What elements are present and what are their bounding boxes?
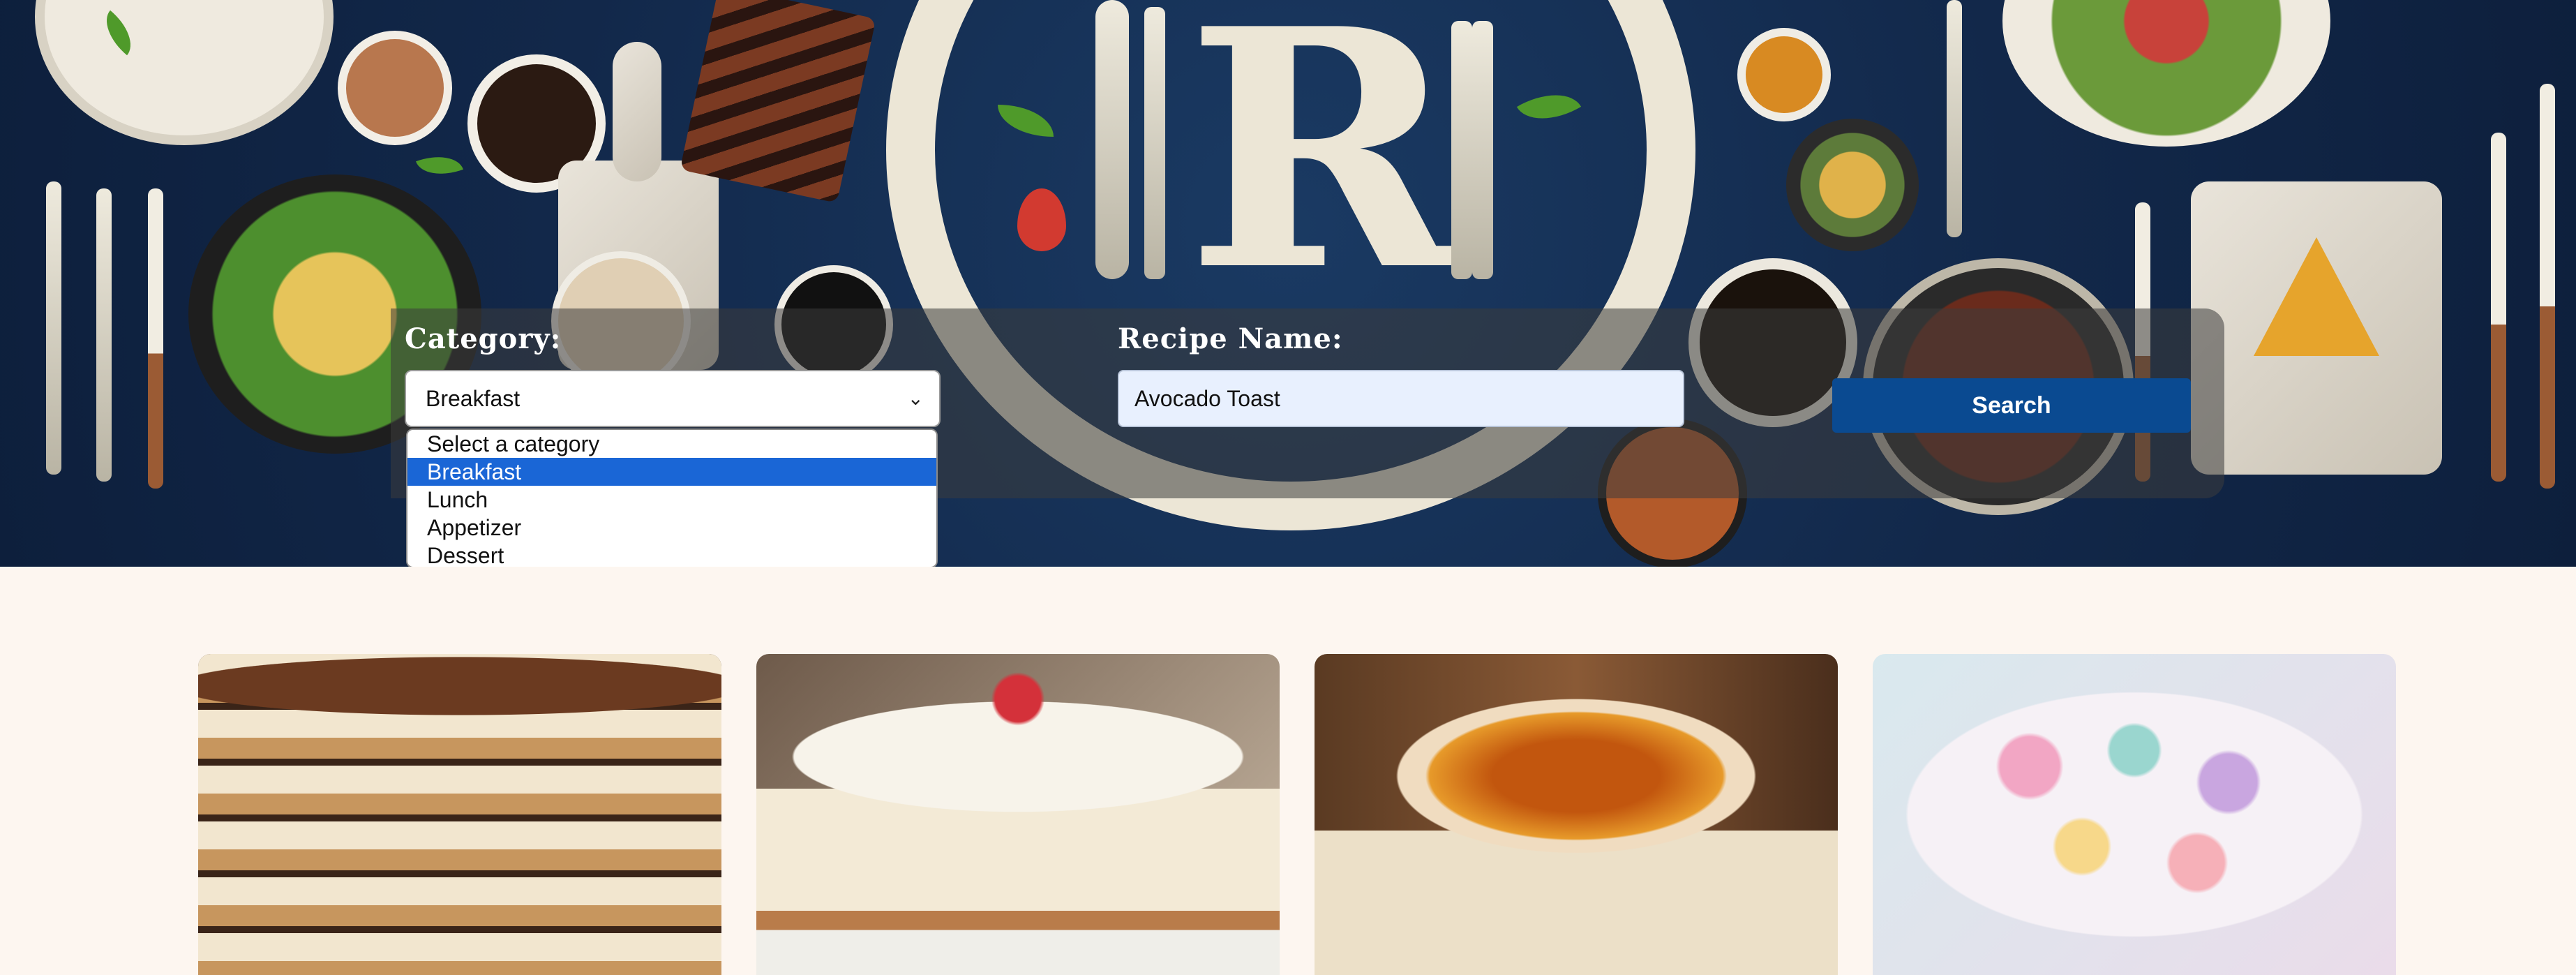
fork-icon [1144, 7, 1165, 279]
recipe-card[interactable] [198, 654, 721, 975]
board-handle-image [613, 42, 661, 181]
creme-brulee-image [1315, 654, 1838, 975]
logo-letter: R [1186, 0, 1459, 343]
category-dropdown-list: Select a category Breakfast Lunch Appeti… [406, 429, 938, 567]
fork-icon [46, 181, 61, 475]
grilled-steak-image [680, 0, 876, 203]
pie-slice-image [2254, 237, 2379, 356]
hero-banner: R Category: Breakfast ⌄ Select a categor… [0, 0, 2576, 567]
category-option-lunch[interactable]: Lunch [407, 486, 936, 514]
knife-icon [96, 188, 112, 482]
category-option-appetizer[interactable]: Appetizer [407, 514, 936, 542]
chevron-down-icon: ⌄ [907, 387, 924, 409]
recipe-name-input[interactable]: Avocado Toast [1118, 370, 1684, 427]
category-option-select[interactable]: Select a category [407, 430, 936, 458]
recipe-card[interactable] [1873, 654, 2396, 975]
spoon-icon [1095, 0, 1129, 279]
fork-icon [1472, 21, 1493, 279]
knife-icon [2540, 84, 2555, 489]
fork-icon [1451, 21, 1472, 279]
recipe-name-label: Recipe Name: [1118, 322, 1343, 355]
tuna-plate-image [1786, 119, 1919, 251]
salad-plate-image [2002, 0, 2330, 147]
tiramisu-image [198, 654, 721, 975]
category-select[interactable]: Breakfast ⌄ [405, 370, 941, 427]
recipe-card[interactable] [1315, 654, 1838, 975]
search-button[interactable]: Search [1832, 378, 2191, 433]
category-option-dessert[interactable]: Dessert [407, 542, 936, 567]
knife-icon [148, 188, 163, 489]
spice-bowl-image [338, 31, 452, 145]
cheesecake-image [756, 654, 1280, 975]
knife-icon [1947, 0, 1962, 237]
knife-icon [2491, 133, 2506, 482]
recipe-card[interactable] [756, 654, 1280, 975]
sauce-bowl-image [1737, 28, 1831, 121]
basil-leaf-icon [415, 147, 464, 184]
dessert-plate-image [35, 0, 334, 145]
category-option-breakfast[interactable]: Breakfast [407, 458, 936, 486]
category-select-value: Breakfast [426, 386, 521, 411]
macarons-image [1873, 654, 2396, 975]
category-label: Category: [405, 322, 562, 355]
